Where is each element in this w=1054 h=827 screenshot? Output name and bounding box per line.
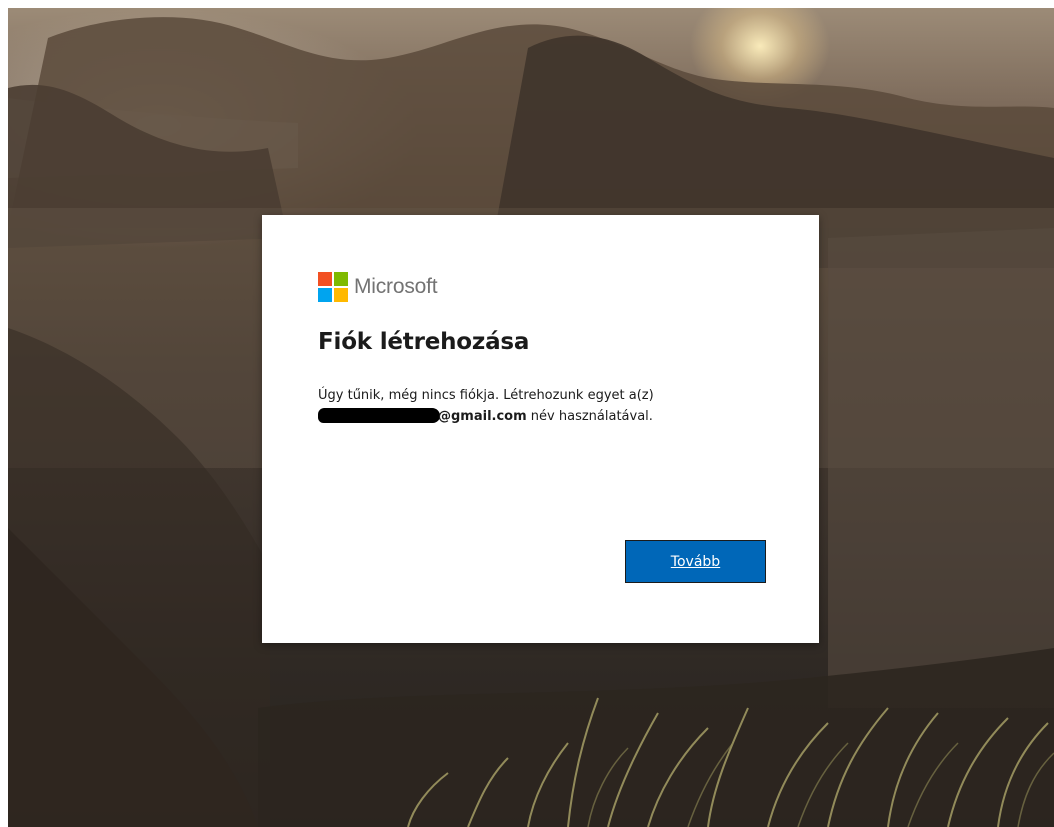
- next-button[interactable]: Tovább: [625, 540, 766, 583]
- description-line-1: Úgy tűnik, még nincs fiókja. Létrehozunk…: [318, 388, 654, 403]
- description-suffix: név használatával.: [526, 409, 653, 424]
- page-title: Fiók létrehozása: [318, 329, 530, 355]
- microsoft-logo: Microsoft: [318, 272, 438, 302]
- redacted-email-username: [318, 408, 440, 423]
- microsoft-logo-icon: [318, 272, 348, 302]
- create-account-dialog: Microsoft Fiók létrehozása Úgy tűnik, mé…: [262, 215, 819, 643]
- dialog-description: Úgy tűnik, még nincs fiókja. Létrehozunk…: [318, 385, 768, 427]
- microsoft-logo-text: Microsoft: [354, 275, 438, 298]
- email-domain: @gmail.com: [438, 409, 527, 424]
